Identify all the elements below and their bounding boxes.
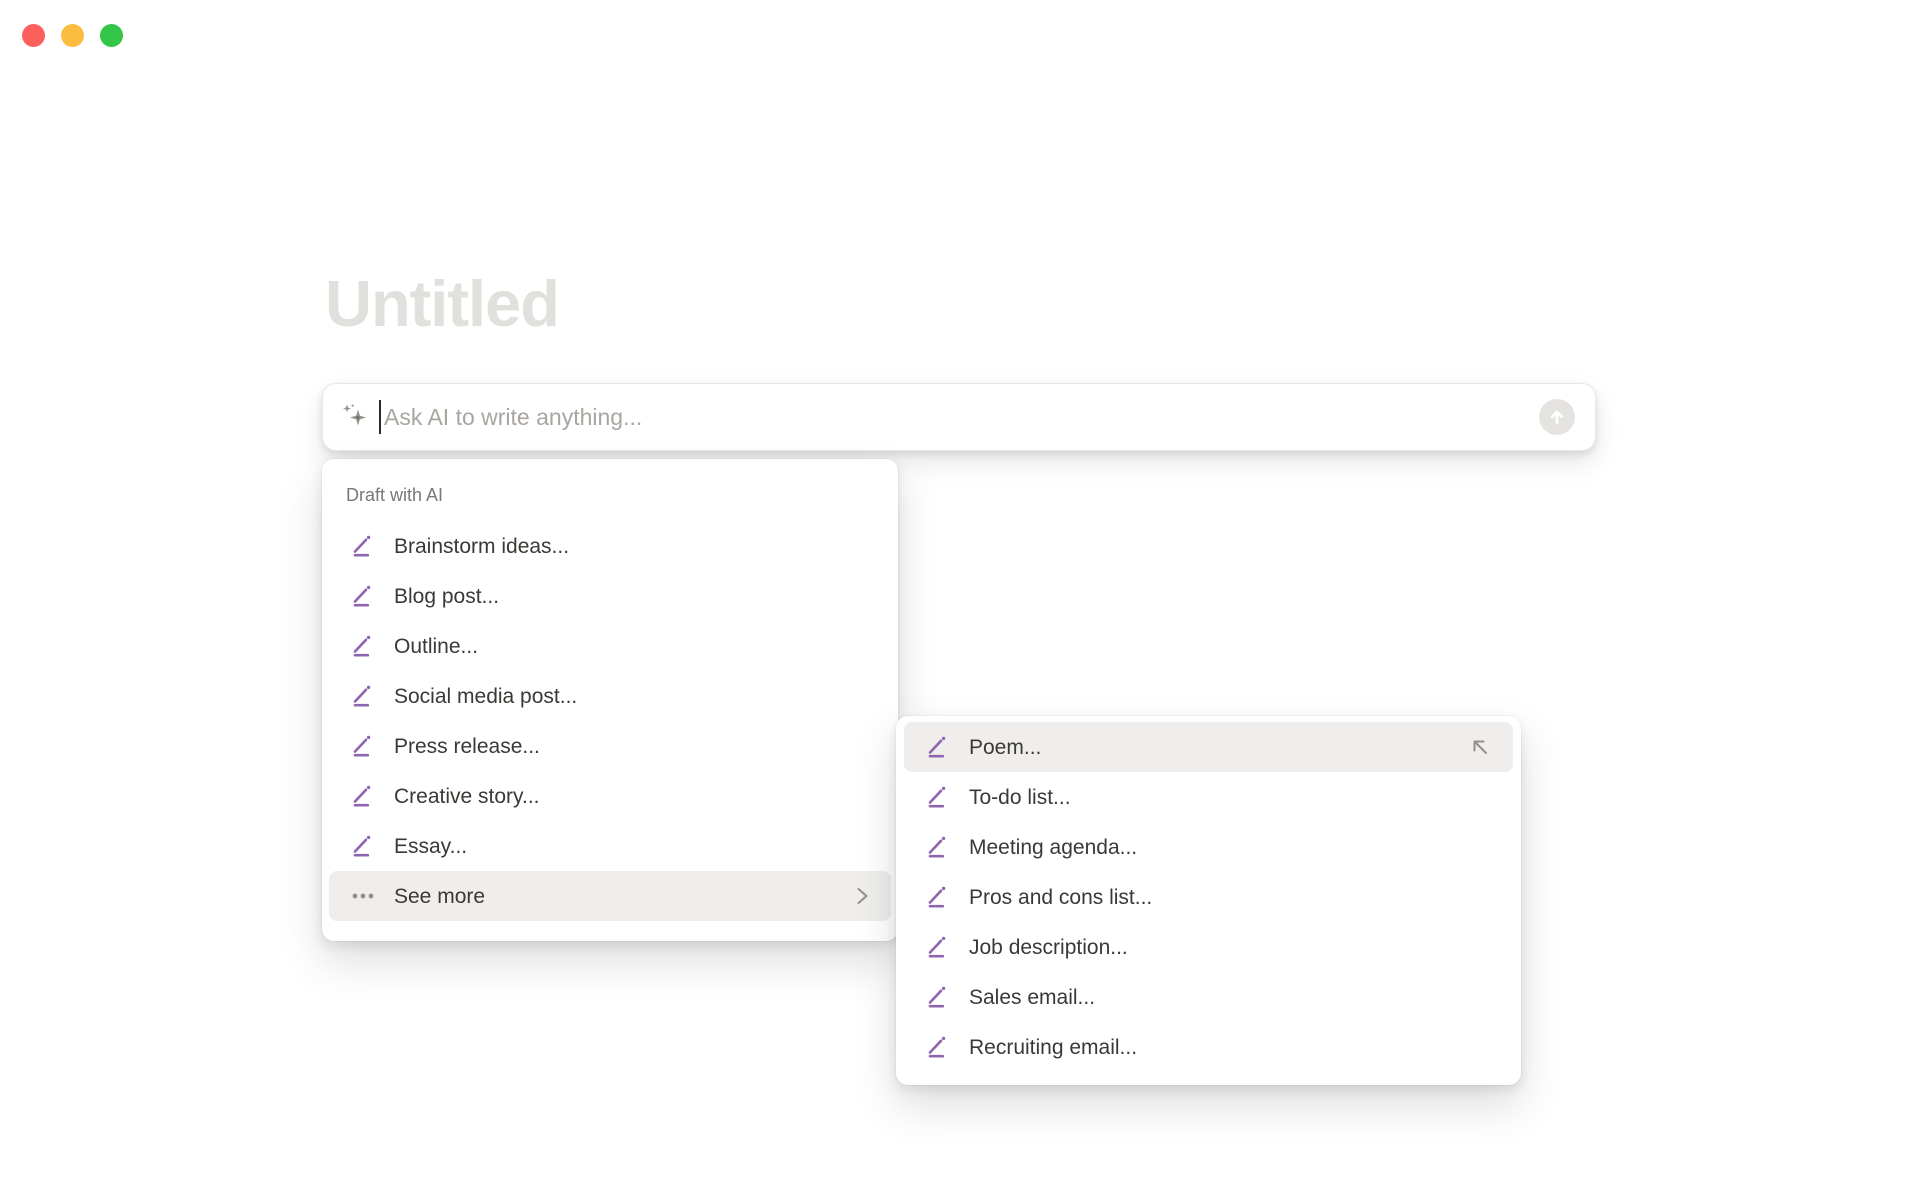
submenu-item-meeting-agenda[interactable]: Meeting agenda... bbox=[904, 822, 1513, 872]
pen-icon bbox=[352, 534, 374, 558]
menu-item-label: Outline... bbox=[394, 634, 479, 658]
menu-item-label: Poem... bbox=[969, 735, 1042, 759]
draft-with-ai-menu: Draft with AI Brainstorm ideas... Blog p… bbox=[322, 459, 898, 941]
pen-icon bbox=[927, 985, 949, 1009]
menu-item-label: Brainstorm ideas... bbox=[394, 534, 570, 558]
pen-icon bbox=[927, 885, 949, 909]
submenu-item-recruiting-email[interactable]: Recruiting email... bbox=[904, 1022, 1513, 1072]
menu-item-label: Recruiting email... bbox=[969, 1035, 1138, 1059]
menu-item-label: Press release... bbox=[394, 734, 540, 758]
page-canvas: Untitled Draft with AI Brainstorm ideas.… bbox=[0, 0, 1920, 1200]
menu-item-creative-story[interactable]: Creative story... bbox=[329, 771, 891, 821]
menu-item-outline[interactable]: Outline... bbox=[329, 621, 891, 671]
pen-icon bbox=[927, 735, 949, 759]
menu-item-label: Meeting agenda... bbox=[969, 835, 1138, 859]
submit-prompt-button[interactable] bbox=[1539, 399, 1575, 435]
pen-icon bbox=[352, 684, 374, 708]
page-title-input[interactable]: Untitled bbox=[325, 268, 560, 340]
minimize-window-button[interactable] bbox=[61, 24, 84, 47]
menu-item-label: Social media post... bbox=[394, 684, 578, 708]
menu-item-label: Job description... bbox=[969, 935, 1128, 959]
submenu-item-job-description[interactable]: Job description... bbox=[904, 922, 1513, 972]
arrow-up-left-icon bbox=[1469, 736, 1491, 758]
menu-header: Draft with AI bbox=[346, 485, 444, 505]
menu-item-label: Blog post... bbox=[394, 584, 500, 608]
menu-item-blog-post[interactable]: Blog post... bbox=[329, 571, 891, 621]
chevron-right-icon bbox=[856, 885, 869, 907]
menu-item-social-media-post[interactable]: Social media post... bbox=[329, 671, 891, 721]
ai-sparkle-icon bbox=[343, 404, 366, 426]
menu-item-press-release[interactable]: Press release... bbox=[329, 721, 891, 771]
pen-icon bbox=[927, 935, 949, 959]
menu-item-label: To-do list... bbox=[969, 785, 1071, 809]
submenu-item-todo-list[interactable]: To-do list... bbox=[904, 772, 1513, 822]
zoom-window-button[interactable] bbox=[100, 24, 123, 47]
pen-icon bbox=[352, 784, 374, 808]
menu-item-essay[interactable]: Essay... bbox=[329, 821, 891, 871]
text-caret bbox=[379, 400, 381, 434]
menu-item-label: Creative story... bbox=[394, 784, 540, 808]
menu-item-label: See more bbox=[394, 884, 486, 908]
menu-item-see-more[interactable]: See more bbox=[329, 871, 891, 921]
close-window-button[interactable] bbox=[22, 24, 45, 47]
pen-icon bbox=[352, 584, 374, 608]
pen-icon bbox=[352, 634, 374, 658]
arrow-up-icon bbox=[1550, 410, 1564, 424]
pen-icon bbox=[352, 834, 374, 858]
ai-prompt-input[interactable] bbox=[384, 403, 1539, 431]
pen-icon bbox=[927, 1035, 949, 1059]
submenu-item-poem[interactable]: Poem... bbox=[904, 722, 1513, 772]
see-more-submenu: Poem... To-do list... Meeting agenda... … bbox=[896, 716, 1521, 1085]
menu-item-label: Essay... bbox=[394, 834, 468, 858]
submenu-item-pros-and-cons-list[interactable]: Pros and cons list... bbox=[904, 872, 1513, 922]
menu-item-label: Pros and cons list... bbox=[969, 885, 1153, 909]
ai-prompt-bar[interactable] bbox=[322, 383, 1596, 451]
pen-icon bbox=[927, 785, 949, 809]
menu-item-label: Sales email... bbox=[969, 985, 1096, 1009]
window-controls bbox=[22, 24, 123, 47]
pen-icon bbox=[927, 835, 949, 859]
menu-item-brainstorm-ideas[interactable]: Brainstorm ideas... bbox=[329, 521, 891, 571]
pen-icon bbox=[352, 734, 374, 758]
submenu-item-sales-email[interactable]: Sales email... bbox=[904, 972, 1513, 1022]
ellipsis-icon bbox=[352, 884, 374, 908]
